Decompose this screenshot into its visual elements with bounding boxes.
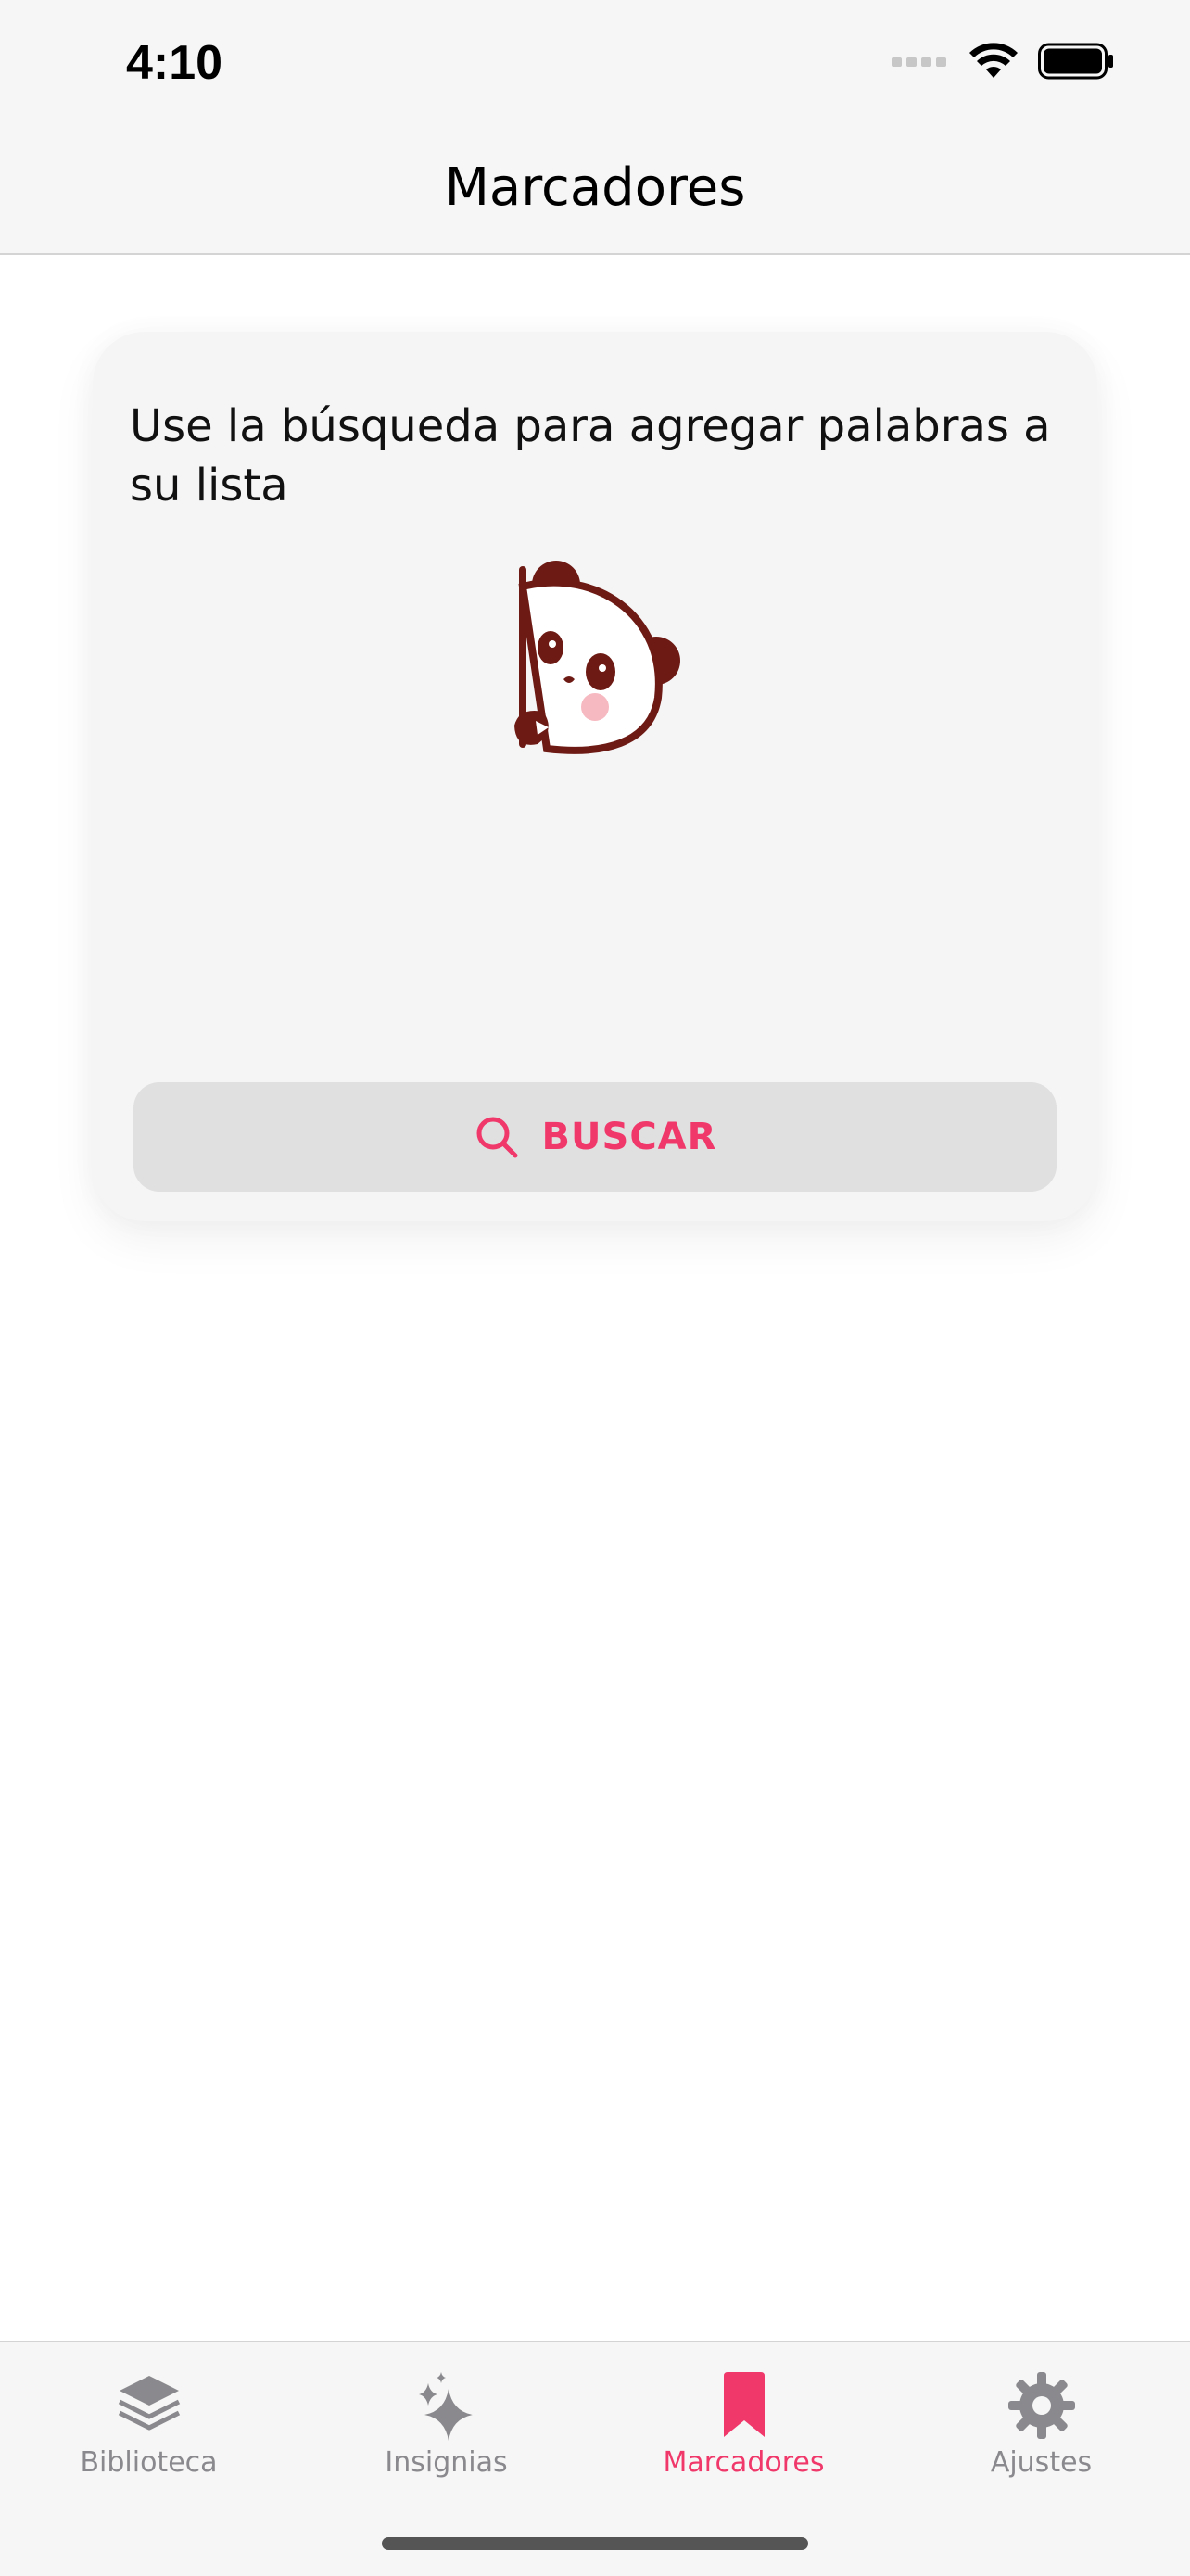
status-icons xyxy=(892,43,1114,80)
empty-bookmarks-card: Use la búsqueda para agregar palabras a … xyxy=(93,332,1097,1221)
wifi-icon xyxy=(969,43,1018,78)
search-icon xyxy=(476,1117,518,1158)
search-button[interactable]: BUSCAR xyxy=(133,1082,1057,1192)
bookmark-icon xyxy=(723,2372,765,2437)
tab-biblioteca[interactable]: Biblioteca xyxy=(0,2370,298,2509)
tab-label: Biblioteca xyxy=(80,2446,218,2479)
tab-ajustes[interactable]: Ajustes xyxy=(892,2370,1190,2509)
tab-label: Insignias xyxy=(385,2446,508,2479)
gear-icon xyxy=(1007,2372,1075,2439)
tab-insignias[interactable]: Insignias xyxy=(298,2370,595,2509)
tab-label: Ajustes xyxy=(990,2446,1093,2479)
empty-state-message: Use la búsqueda para agregar palabras a … xyxy=(130,400,1051,511)
tab-marcadores[interactable]: Marcadores xyxy=(595,2370,892,2509)
page-title: Marcadores xyxy=(444,158,746,218)
panda-illustration xyxy=(514,561,680,754)
battery-icon xyxy=(1038,43,1113,80)
signal-icon xyxy=(892,57,946,67)
stack-icon xyxy=(118,2376,180,2431)
status-time: 4:10 xyxy=(126,36,223,90)
tab-label: Marcadores xyxy=(663,2446,825,2479)
top-bar: 4:10 Marcadores xyxy=(0,0,1190,255)
sparkles-icon xyxy=(418,2372,473,2441)
home-indicator xyxy=(382,2537,808,2550)
search-button-label: BUSCAR xyxy=(541,1116,717,1158)
